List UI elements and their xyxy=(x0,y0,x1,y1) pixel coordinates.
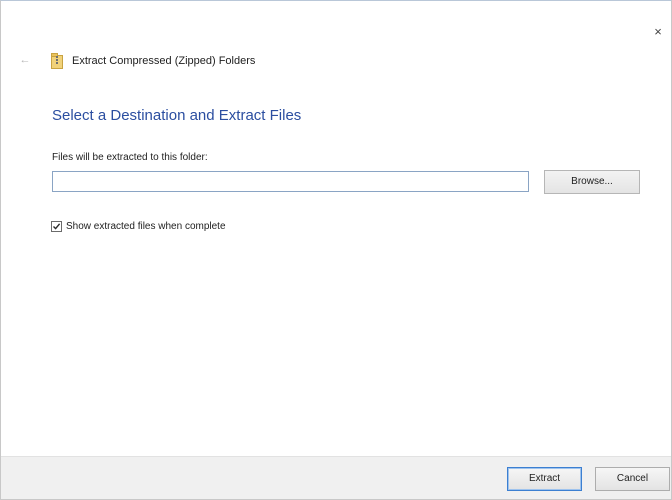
show-files-checkbox[interactable] xyxy=(51,221,62,232)
browse-button[interactable]: Browse... xyxy=(544,170,640,194)
checkmark-icon xyxy=(53,223,61,230)
page-heading: Select a Destination and Extract Files xyxy=(52,107,302,124)
show-files-option[interactable]: Show extracted files when complete xyxy=(51,221,226,232)
arrow-left-icon: ← xyxy=(19,54,31,66)
cancel-button[interactable]: Cancel xyxy=(595,467,670,491)
dialog-footer: Extract Cancel xyxy=(1,456,671,499)
show-files-label: Show extracted files when complete xyxy=(66,221,226,232)
zip-folder-icon xyxy=(51,53,63,69)
extract-dialog: × ← Extract Compressed (Zipped) Folders … xyxy=(0,0,672,500)
extract-button[interactable]: Extract xyxy=(507,467,582,491)
close-button[interactable]: × xyxy=(647,21,669,43)
window-title-row: Extract Compressed (Zipped) Folders xyxy=(51,51,255,71)
close-icon: × xyxy=(654,24,662,39)
destination-input[interactable] xyxy=(52,171,529,192)
back-button[interactable]: ← xyxy=(18,53,32,67)
window-title: Extract Compressed (Zipped) Folders xyxy=(72,55,256,67)
destination-label: Files will be extracted to this folder: xyxy=(52,152,208,163)
